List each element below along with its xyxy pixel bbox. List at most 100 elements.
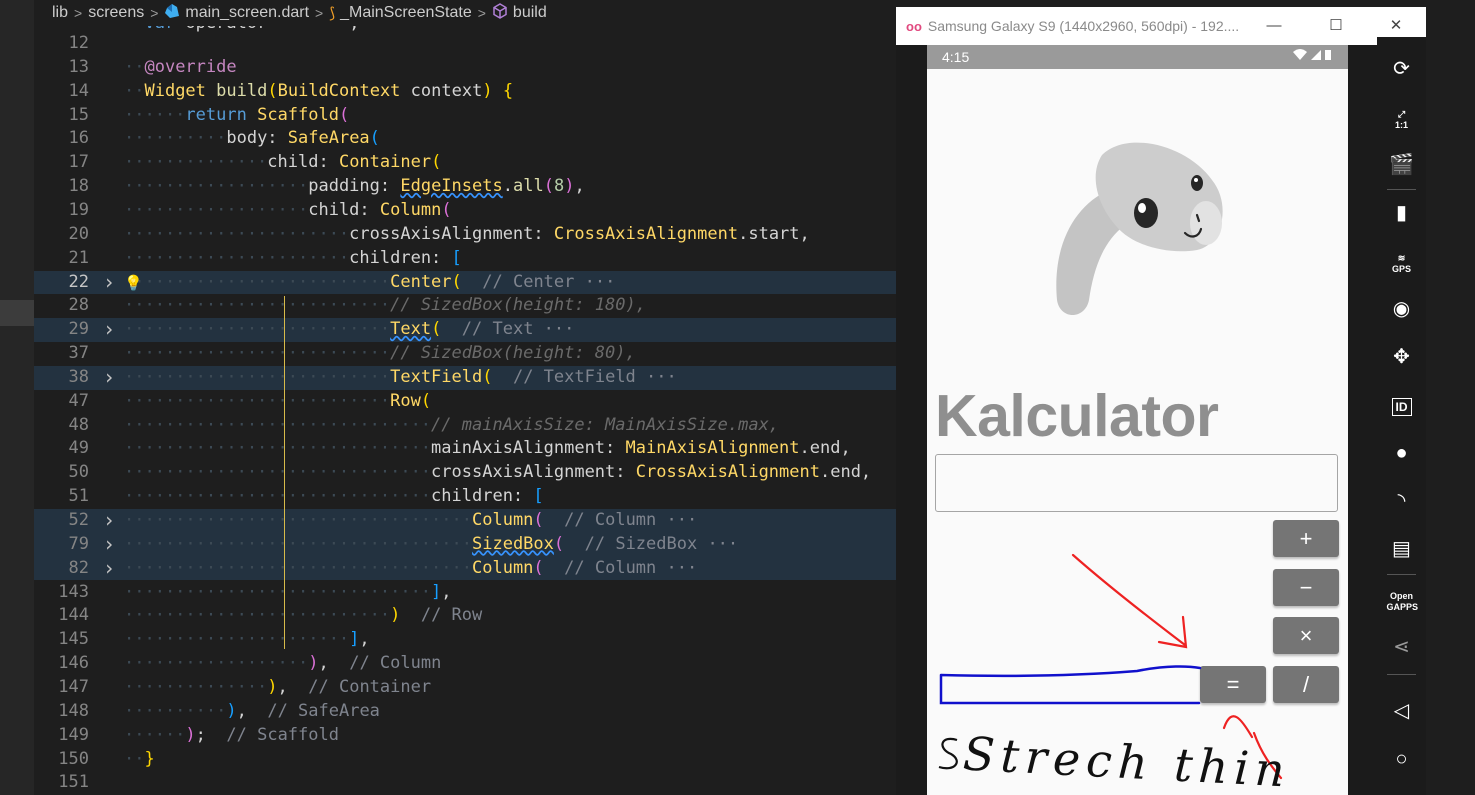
camera-icon[interactable]: ◉	[1377, 291, 1426, 327]
maximize-icon[interactable]: ☐	[1316, 7, 1356, 45]
fold-chevron-icon[interactable]: ›	[103, 318, 115, 341]
code-line[interactable]: 19 ··················child: Column(	[34, 199, 896, 223]
line-number: 38	[68, 366, 89, 387]
code-text: ··}	[124, 748, 155, 769]
code-text: ··@override	[124, 56, 237, 77]
code-line[interactable]: 51 ······························children…	[34, 485, 896, 509]
code-text: ··························TextField( // …	[124, 366, 677, 387]
emulator-window: oo Samsung Galaxy S9 (1440x2960, 560dpi)…	[896, 7, 1426, 795]
fold-chevron-icon[interactable]: ›	[103, 270, 115, 294]
code-line[interactable]: 49 ······························mainAxis…	[34, 437, 896, 461]
fold-chevron-icon[interactable]: ›	[103, 365, 115, 389]
screen-record-icon[interactable]: 🎬	[1377, 147, 1426, 183]
line-number: 148	[58, 700, 89, 721]
fold-chevron-icon[interactable]: ›	[103, 556, 115, 580]
media-icon[interactable]: ●	[1377, 435, 1426, 471]
phone-screen[interactable]: 4:15 Kalculator + − × / = Strech thin	[927, 45, 1348, 795]
code-text: ······························children: …	[124, 486, 544, 507]
line-number: 20	[68, 223, 89, 244]
code-line[interactable]: 12	[34, 32, 896, 56]
line-number: 47	[68, 390, 89, 411]
line-number: 16	[68, 128, 89, 149]
code-line[interactable]: 79 › ··································Siz…	[34, 532, 896, 557]
code-line[interactable]: 150 ··}	[34, 748, 896, 772]
lightbulb-icon[interactable]: 💡	[124, 272, 143, 296]
line-number: 143	[58, 581, 89, 602]
fold-chevron-icon[interactable]: ›	[103, 532, 115, 556]
code-line[interactable]: 15 ······return Scaffold(	[34, 104, 896, 128]
message-icon[interactable]: ▤	[1377, 531, 1426, 567]
dart-file-icon	[164, 3, 180, 24]
code-line[interactable]: 16 ··········body: SafeArea(	[34, 127, 896, 151]
toolbar-divider	[1387, 674, 1416, 675]
code-text: ······); // Scaffold	[124, 724, 339, 745]
open-gapps-icon[interactable]: Open GAPPS	[1377, 587, 1426, 623]
line-number: 52	[68, 510, 89, 530]
activity-bar-selected[interactable]	[0, 300, 34, 326]
code-text: ··················child: Column(	[124, 199, 452, 220]
id-icon[interactable]: ID	[1377, 389, 1426, 425]
share-icon[interactable]: ⋖	[1377, 629, 1426, 665]
code-line[interactable]: 22 › ··························Center( // …	[34, 270, 896, 296]
battery-icon[interactable]: ▮	[1377, 195, 1426, 231]
code-text: ··································Column…	[124, 557, 698, 578]
code-text: ······························// mainAxi…	[124, 414, 780, 435]
line-number: 29	[68, 319, 89, 340]
breadcrumb-folder-lib[interactable]: lib	[52, 4, 68, 22]
code-line[interactable]: 147 ··············), // Container	[34, 676, 896, 700]
code-line[interactable]: 17 ··············child: Container(	[34, 151, 896, 175]
minimize-icon[interactable]: —	[1254, 7, 1294, 45]
line-number: 51	[68, 486, 89, 507]
line-number: 12	[68, 33, 89, 53]
breadcrumb-folder-screens[interactable]: screens	[88, 4, 144, 22]
code-line[interactable]: 38 › ··························TextField( …	[34, 365, 896, 390]
code-text: ··············child: Container(	[124, 152, 442, 173]
code-line[interactable]: 146 ··················), // Column	[34, 652, 896, 676]
code-line[interactable]: 18 ··················padding: EdgeInsets.…	[34, 175, 896, 199]
code-line[interactable]: 37 ··························// SizedBox(…	[34, 342, 896, 366]
line-number: 145	[58, 629, 89, 650]
code-line[interactable]: 143 ······························],	[34, 581, 896, 605]
broadcast-icon[interactable]: ◝	[1377, 483, 1426, 519]
code-line[interactable]: 151	[34, 771, 896, 795]
toolbar-divider	[1387, 189, 1416, 190]
code-line[interactable]: 29 › ··························Text( // Te…	[34, 318, 896, 342]
line-number: 21	[68, 247, 89, 268]
code-editor[interactable]: ··var operator = ; 1213··@override14··Wi…	[34, 26, 896, 795]
code-text: ··························Center( // Cen…	[124, 271, 616, 292]
move-icon[interactable]: ✥	[1377, 339, 1426, 375]
code-line[interactable]: 148 ··········), // SafeArea	[34, 700, 896, 724]
code-line[interactable]: 13 ··@override	[34, 56, 896, 80]
code-line[interactable]: 14 ··Widget build(BuildContext context) {	[34, 80, 896, 104]
back-icon[interactable]: ◁	[1377, 693, 1426, 729]
code-line[interactable]: 149 ······); // Scaffold	[34, 724, 896, 748]
gps-icon[interactable]: ≋ GPS	[1377, 243, 1426, 279]
rotate-icon[interactable]: ⟳	[1377, 51, 1426, 87]
breadcrumb-method[interactable]: build	[513, 4, 547, 22]
code-text: ······················crossAxisAlignment…	[124, 223, 810, 244]
fold-chevron-icon[interactable]: ›	[103, 509, 115, 532]
code-line[interactable]: 48 ······························// mainA…	[34, 414, 896, 438]
code-line[interactable]: 50 ······························crossAxi…	[34, 461, 896, 485]
code-line[interactable]: 47 ··························Row(	[34, 390, 896, 414]
home-icon[interactable]: ○	[1377, 741, 1426, 777]
aspect-ratio-icon[interactable]: ⤢ 1:1	[1377, 103, 1426, 139]
breadcrumb-file[interactable]: main_screen.dart	[185, 4, 309, 22]
breadcrumb-class[interactable]: _MainScreenState	[340, 4, 472, 22]
open-gapps-label: Open GAPPS	[1386, 591, 1419, 612]
code-text: ··Widget build(BuildContext context) {	[124, 80, 514, 101]
code-line[interactable]: 20 ······················crossAxisAlignme…	[34, 223, 896, 247]
annotation-overlay	[938, 553, 1283, 780]
emulator-titlebar[interactable]: oo Samsung Galaxy S9 (1440x2960, 560dpi)…	[896, 7, 1426, 45]
code-line[interactable]: 28 ··························// SizedBox(…	[34, 294, 896, 318]
line-number: 149	[58, 724, 89, 745]
blue-rectangle-annotation	[939, 665, 1202, 705]
code-line[interactable]: 21 ······················children: [	[34, 247, 896, 271]
code-line[interactable]: 145 ······················],	[34, 628, 896, 652]
code-line[interactable]: 82 › ··································Col…	[34, 556, 896, 581]
line-number: 14	[68, 80, 89, 101]
line-number: 18	[68, 176, 89, 197]
line-number: 15	[68, 104, 89, 125]
code-line[interactable]: 144 ··························) // Row	[34, 604, 896, 628]
code-line[interactable]: 52 › ··································Col…	[34, 509, 896, 533]
